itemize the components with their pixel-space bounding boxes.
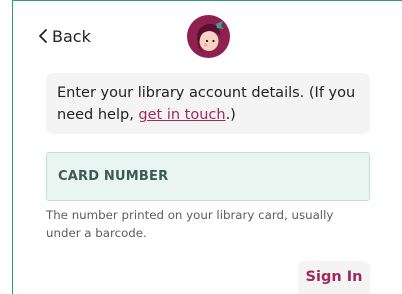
get-in-touch-link[interactable]: get in touch <box>138 107 225 123</box>
back-label: Back <box>52 26 91 46</box>
sign-in-screen: Back Enter your library account details.… <box>0 0 402 294</box>
back-button[interactable]: Back <box>38 24 91 48</box>
sign-in-button[interactable]: Sign In <box>298 261 370 294</box>
libby-logo-icon <box>187 15 230 58</box>
instructions-text-after: .) <box>225 107 236 123</box>
frame-left-border <box>12 0 13 294</box>
card-number-help-text: The number printed on your library card,… <box>46 208 334 240</box>
frame-top-border <box>12 0 402 1</box>
card-number-input[interactable] <box>46 152 370 201</box>
instructions-box: Enter your library account details. (If … <box>46 73 370 134</box>
chevron-left-icon <box>38 28 48 44</box>
